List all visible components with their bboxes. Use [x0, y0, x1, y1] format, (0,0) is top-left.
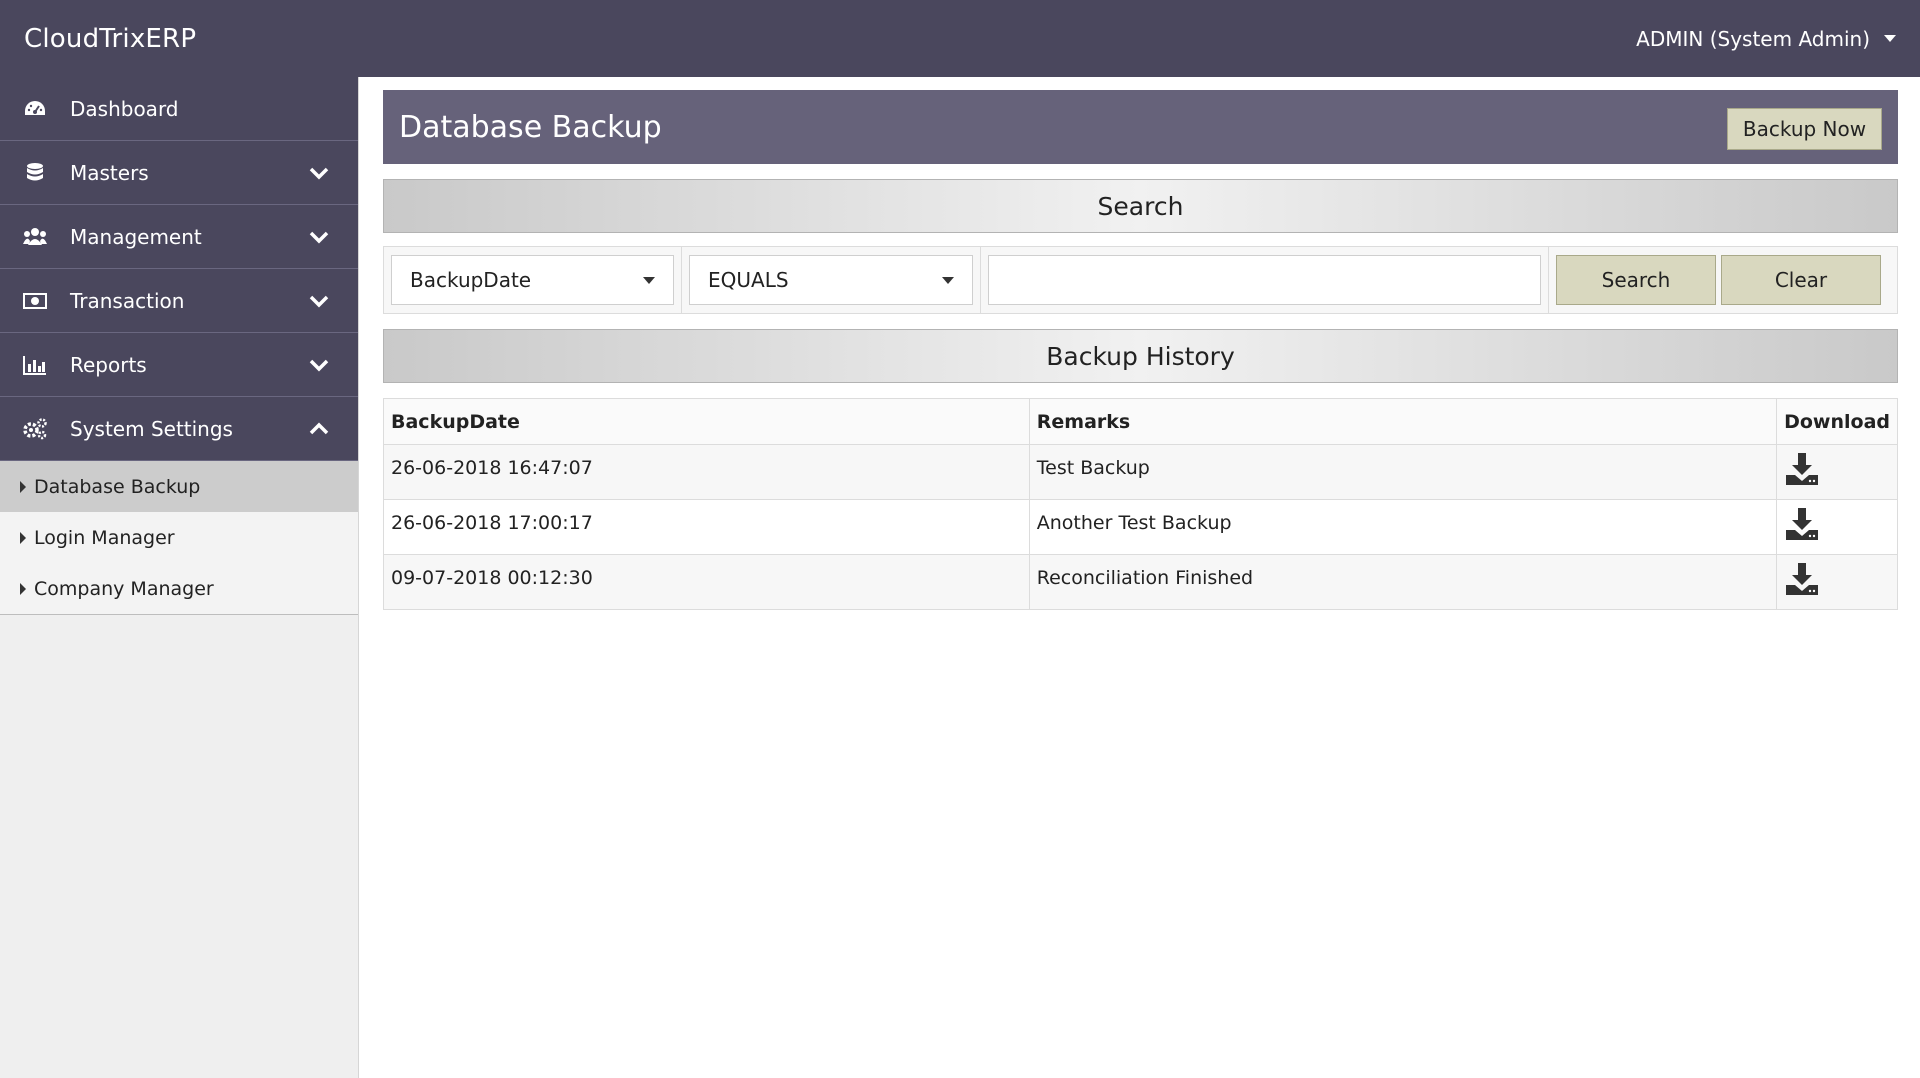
search-input[interactable]	[988, 255, 1541, 305]
sidebar-item-label: Masters	[70, 160, 149, 185]
clear-button[interactable]: Clear	[1721, 255, 1881, 305]
download-icon[interactable]	[1784, 563, 1820, 597]
user-name: ADMIN (System Admin)	[1636, 26, 1870, 51]
sidebar-item-label: Reports	[70, 352, 147, 377]
caret-down-icon	[942, 276, 954, 284]
app-title[interactable]: CloudTrixERP	[24, 24, 196, 54]
sidebar-item-reports[interactable]: Reports	[0, 333, 358, 397]
page-title: Database Backup	[399, 109, 662, 145]
download-icon[interactable]	[1784, 508, 1820, 542]
download-cell	[1776, 554, 1898, 610]
database-icon	[22, 160, 48, 186]
sidebar-item-label: Management	[70, 224, 202, 249]
sidebar-item-masters[interactable]: Masters	[0, 141, 358, 205]
sidebar-subitem-login-manager[interactable]: Login Manager	[0, 512, 358, 563]
user-menu[interactable]: ADMIN (System Admin)	[1636, 27, 1896, 51]
sidebar-subitem-label: Company Manager	[34, 577, 214, 600]
users-icon	[22, 224, 48, 250]
remarks-cell: Test Backup	[1028, 444, 1778, 500]
chevron-down-icon	[309, 295, 329, 307]
system-settings-submenu: Database Backup Login Manager Company Ma…	[0, 461, 358, 615]
dashboard-icon	[22, 96, 48, 122]
sidebar-item-label: Transaction	[70, 288, 185, 313]
remarks-cell: Reconciliation Finished	[1028, 554, 1778, 610]
page-header: Database Backup Backup Now	[383, 90, 1898, 164]
caret-down-icon	[643, 276, 655, 284]
history-heading: Backup History	[1046, 341, 1235, 371]
sidebar-item-dashboard[interactable]: Dashboard	[0, 77, 358, 141]
divider	[681, 246, 682, 314]
table-row: 26-06-2018 16:47:07 Test Backup	[383, 444, 1898, 500]
top-bar: CloudTrixERP ADMIN (System Admin)	[0, 0, 1920, 77]
history-section-header: Backup History	[383, 329, 1898, 383]
remarks-cell: Another Test Backup	[1028, 499, 1778, 555]
main-content: Database Backup Backup Now Search Backup…	[383, 90, 1898, 610]
gears-icon	[22, 416, 48, 442]
column-header-download: Download	[1776, 398, 1898, 445]
table-header-row: BackupDate Remarks Download	[383, 398, 1898, 445]
backup-history-table: BackupDate Remarks Download 26-06-2018 1…	[383, 398, 1898, 610]
chevron-down-icon	[309, 359, 329, 371]
money-icon	[22, 288, 48, 314]
sidebar-item-management[interactable]: Management	[0, 205, 358, 269]
divider	[1548, 246, 1549, 314]
table-row: 26-06-2018 17:00:17 Another Test Backup	[383, 499, 1898, 555]
caret-right-icon	[20, 582, 26, 595]
sidebar: Dashboard Masters Management Transaction…	[0, 77, 359, 1078]
chevron-down-icon	[309, 231, 329, 243]
table-row: 09-07-2018 00:12:30 Reconciliation Finis…	[383, 554, 1898, 610]
search-operator-value: EQUALS	[708, 268, 789, 292]
sidebar-item-label: Dashboard	[70, 96, 179, 121]
search-field-select[interactable]: BackupDate	[391, 255, 674, 305]
search-operator-select[interactable]: EQUALS	[689, 255, 973, 305]
search-row: BackupDate EQUALS Search Clear	[383, 246, 1898, 314]
search-button[interactable]: Search	[1556, 255, 1716, 305]
sidebar-subitem-company-manager[interactable]: Company Manager	[0, 563, 358, 614]
backup-date-cell: 09-07-2018 00:12:30	[383, 554, 1030, 610]
caret-down-icon	[1884, 35, 1896, 42]
sidebar-item-label: System Settings	[70, 416, 233, 441]
column-header-remarks[interactable]: Remarks	[1028, 398, 1778, 445]
download-cell	[1776, 499, 1898, 555]
backup-date-cell: 26-06-2018 17:00:17	[383, 499, 1030, 555]
backup-date-cell: 26-06-2018 16:47:07	[383, 444, 1030, 500]
bar-chart-icon	[22, 352, 48, 378]
sidebar-subitem-database-backup[interactable]: Database Backup	[0, 461, 358, 512]
search-heading: Search	[1097, 191, 1184, 221]
sidebar-item-transaction[interactable]: Transaction	[0, 269, 358, 333]
caret-right-icon	[20, 480, 26, 493]
backup-now-button[interactable]: Backup Now	[1727, 108, 1882, 150]
chevron-down-icon	[309, 167, 329, 179]
chevron-up-icon	[309, 422, 329, 434]
divider	[980, 246, 981, 314]
sidebar-subitem-label: Login Manager	[34, 526, 175, 549]
caret-right-icon	[20, 531, 26, 544]
column-header-backupdate[interactable]: BackupDate	[383, 398, 1030, 445]
sidebar-subitem-label: Database Backup	[34, 475, 201, 498]
sidebar-item-system-settings[interactable]: System Settings	[0, 397, 358, 461]
search-section-header: Search	[383, 179, 1898, 233]
download-cell	[1776, 444, 1898, 500]
download-icon[interactable]	[1784, 453, 1820, 487]
search-field-value: BackupDate	[410, 268, 532, 292]
